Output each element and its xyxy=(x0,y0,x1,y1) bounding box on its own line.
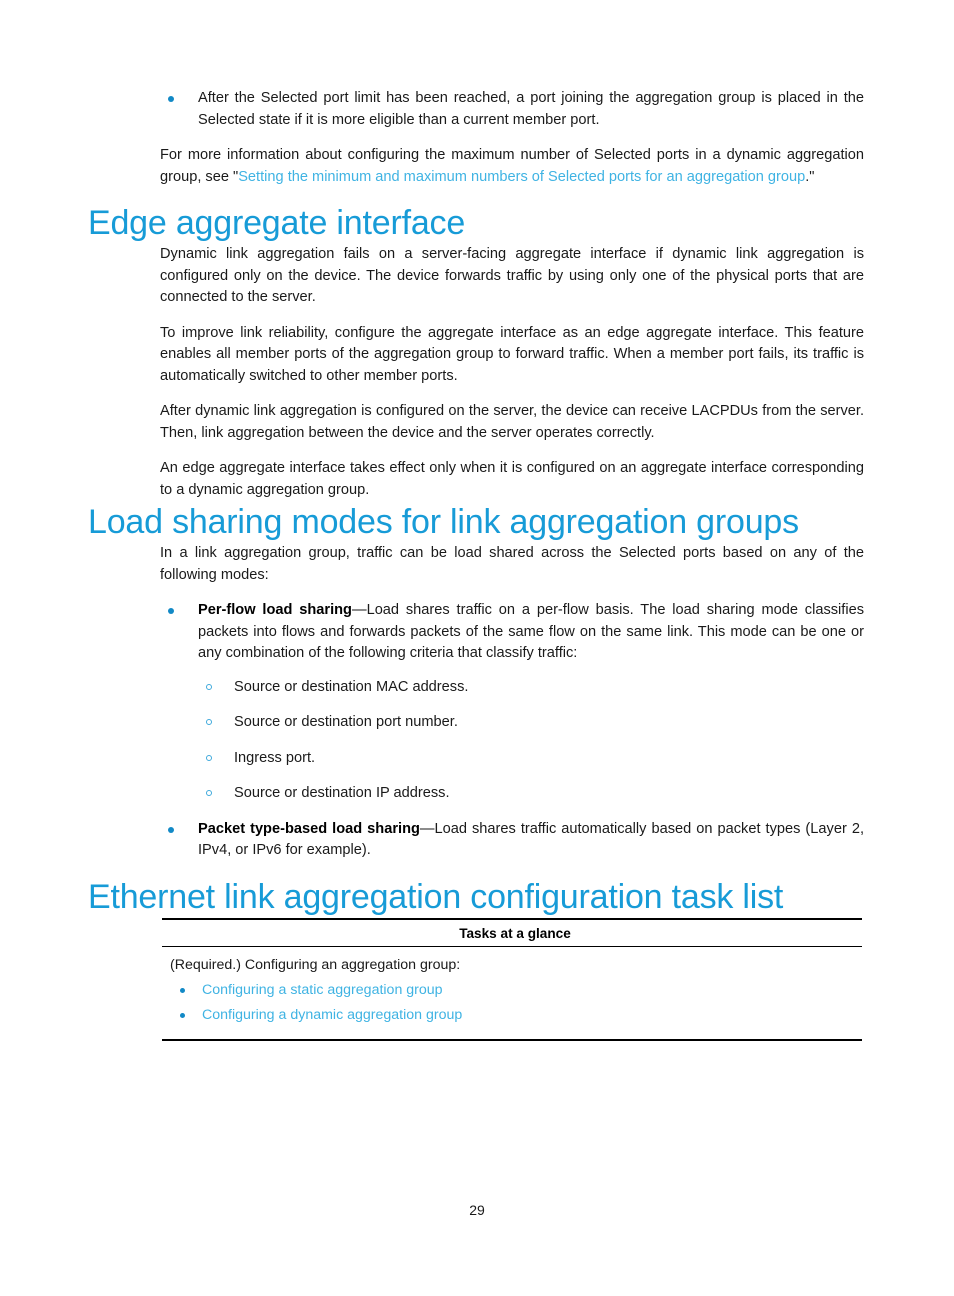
table-row: (Required.) Configuring an aggregation g… xyxy=(162,946,862,1041)
load-sharing-mode-list: Per-flow load sharing—Load shares traffi… xyxy=(160,600,864,862)
bullet-text: After the Selected port limit has been r… xyxy=(198,90,864,128)
top-section: After the Selected port limit has been r… xyxy=(160,88,864,188)
criterion-text: Source or destination port number. xyxy=(234,714,458,730)
mode-dash: — xyxy=(419,820,435,837)
table-body: (Required.) Configuring an aggregation g… xyxy=(162,946,862,1041)
list-item: Packet type-based load sharing—Load shar… xyxy=(160,819,864,862)
paragraph: To improve link reliability, configure t… xyxy=(160,324,864,384)
list-item: Configuring a static aggregation group xyxy=(170,979,860,1002)
mode-term: Per-flow load sharing xyxy=(198,602,352,618)
bullet-dot-icon xyxy=(180,1012,185,1018)
top-bullet-list: After the Selected port limit has been r… xyxy=(160,88,864,131)
list-item: Source or destination MAC address. xyxy=(198,677,864,699)
table-header-row: Tasks at a glance xyxy=(162,918,862,947)
cross-reference-paragraph: For more information about configuring t… xyxy=(160,145,864,188)
edge-section-body: Dynamic link aggregation fails on a serv… xyxy=(160,244,864,501)
link-configuring-dynamic-aggregation-group[interactable]: Configuring a dynamic aggregation group xyxy=(202,1007,462,1023)
paragraph: An edge aggregate interface takes effect… xyxy=(160,460,864,498)
list-item: After the Selected port limit has been r… xyxy=(160,88,864,131)
page-number: 29 xyxy=(469,1202,485,1218)
mode-term: Packet type-based load sharing xyxy=(198,820,420,837)
load-sharing-intro: In a link aggregation group, traffic can… xyxy=(160,545,864,583)
column-header-tasks-at-a-glance: Tasks at a glance xyxy=(162,918,862,947)
table-head: Tasks at a glance xyxy=(162,918,862,947)
row-intro-text: (Required.) Configuring an aggregation g… xyxy=(170,956,461,973)
load-sharing-body: In a link aggregation group, traffic can… xyxy=(160,543,864,862)
bullet-dot-icon xyxy=(168,826,174,833)
criterion-text: Source or destination IP address. xyxy=(234,785,450,801)
heading-edge-aggregate-interface: Edge aggregate interface xyxy=(88,204,466,242)
heading-load-sharing-modes: Load sharing modes for link aggregation … xyxy=(88,503,799,541)
tasks-at-a-glance-table: Tasks at a glance (Required.) Configurin… xyxy=(162,918,862,1041)
heading-configuration-task-list: Ethernet link aggregation configuration … xyxy=(88,877,784,916)
bullet-circle-icon xyxy=(206,683,212,690)
per-flow-criteria-list: Source or destination MAC address. Sourc… xyxy=(198,677,864,805)
bullet-circle-icon xyxy=(206,754,212,761)
cross-reference-suffix: ." xyxy=(805,168,815,185)
list-item: Source or destination IP address. xyxy=(198,783,864,805)
bullet-circle-icon xyxy=(206,790,212,796)
link-setting-min-max-selected-ports[interactable]: Setting the minimum and maximum numbers … xyxy=(238,169,805,185)
bullet-circle-icon xyxy=(206,719,212,725)
bullet-dot-icon xyxy=(168,96,174,102)
page-content: After the Selected port limit has been r… xyxy=(88,88,864,1041)
bullet-dot-icon xyxy=(168,608,174,614)
mode-dash: — xyxy=(351,602,367,618)
tasks-cell: (Required.) Configuring an aggregation g… xyxy=(162,946,862,1041)
list-item: Configuring a dynamic aggregation group xyxy=(170,1004,860,1027)
bullet-dot-icon xyxy=(180,987,185,993)
criterion-text: Source or destination MAC address. xyxy=(234,678,469,695)
paragraph: After dynamic link aggregation is config… xyxy=(160,403,864,441)
list-item: Ingress port. xyxy=(198,748,864,770)
list-item: Source or destination port number. xyxy=(198,712,864,734)
list-item: Per-flow load sharing—Load shares traffi… xyxy=(160,600,864,805)
task-link-list: Configuring a static aggregation group C… xyxy=(170,979,860,1027)
document-page: After the Selected port limit has been r… xyxy=(0,0,954,1296)
link-configuring-static-aggregation-group[interactable]: Configuring a static aggregation group xyxy=(202,982,443,998)
paragraph: Dynamic link aggregation fails on a serv… xyxy=(160,246,864,305)
criterion-text: Ingress port. xyxy=(234,749,316,766)
